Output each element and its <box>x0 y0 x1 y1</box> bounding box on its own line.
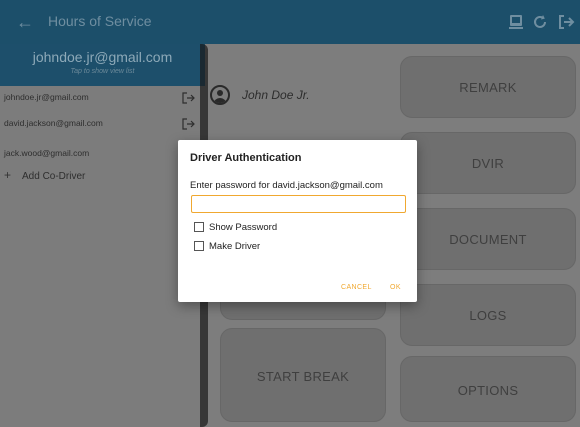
options-tile[interactable]: OPTIONS <box>400 356 576 422</box>
add-co-driver-label: Add Co-Driver <box>22 171 86 182</box>
current-driver: John Doe Jr. <box>210 80 310 110</box>
dvir-tile[interactable]: DVIR <box>400 132 576 194</box>
document-tile[interactable]: DOCUMENT <box>400 208 576 270</box>
dialog-title: Driver Authentication <box>190 152 302 164</box>
add-co-driver-button[interactable]: + Add Co-Driver <box>4 168 85 182</box>
drawer-header-hint: Tap to show view list <box>70 68 135 75</box>
account-item[interactable]: johndoe.jr@gmail.com <box>0 88 205 110</box>
remark-tile[interactable]: REMARK <box>400 56 576 118</box>
start-break-tile[interactable]: START BREAK <box>220 328 386 422</box>
driver-name: John Doe Jr. <box>242 88 310 102</box>
checkbox-icon[interactable] <box>194 241 204 251</box>
ok-button[interactable]: OK <box>390 284 401 291</box>
back-arrow-icon[interactable]: ← <box>16 12 36 32</box>
account-item[interactable]: jack.wood@gmail.com <box>0 144 205 166</box>
dialog-prompt: Enter password for david.jackson@gmail.c… <box>190 180 383 191</box>
show-password-label: Show Password <box>209 221 278 233</box>
make-driver-label: Make Driver <box>209 240 261 252</box>
password-input[interactable] <box>191 195 406 213</box>
show-password-checkbox[interactable]: Show Password <box>194 220 277 234</box>
account-item[interactable]: david.jackson@gmail.com <box>0 114 205 136</box>
logout-icon[interactable] <box>181 91 195 105</box>
app-bar: ← Hours of Service <box>0 0 580 44</box>
make-driver-checkbox[interactable]: Make Driver <box>194 239 260 253</box>
logout-icon[interactable] <box>181 117 195 131</box>
app-title: Hours of Service <box>48 13 152 29</box>
logs-tile[interactable]: LOGS <box>400 284 576 346</box>
device-icon[interactable] <box>506 12 526 32</box>
navigation-drawer: johndoe.jr@gmail.com Tap to show view li… <box>0 44 208 427</box>
plus-icon: + <box>4 168 12 182</box>
drawer-header[interactable]: johndoe.jr@gmail.com Tap to show view li… <box>0 44 205 86</box>
account-email: david.jackson@gmail.com <box>4 118 103 128</box>
driver-avatar-icon <box>210 85 230 105</box>
account-email: jack.wood@gmail.com <box>4 148 90 158</box>
checkbox-icon[interactable] <box>194 222 204 232</box>
logout-icon[interactable] <box>556 12 576 32</box>
driver-authentication-dialog: Driver Authentication Enter password for… <box>178 140 417 302</box>
cancel-button[interactable]: CANCEL <box>341 284 372 291</box>
account-email: johndoe.jr@gmail.com <box>4 92 89 102</box>
drawer-header-email: johndoe.jr@gmail.com <box>32 49 173 65</box>
refresh-icon[interactable] <box>530 12 550 32</box>
